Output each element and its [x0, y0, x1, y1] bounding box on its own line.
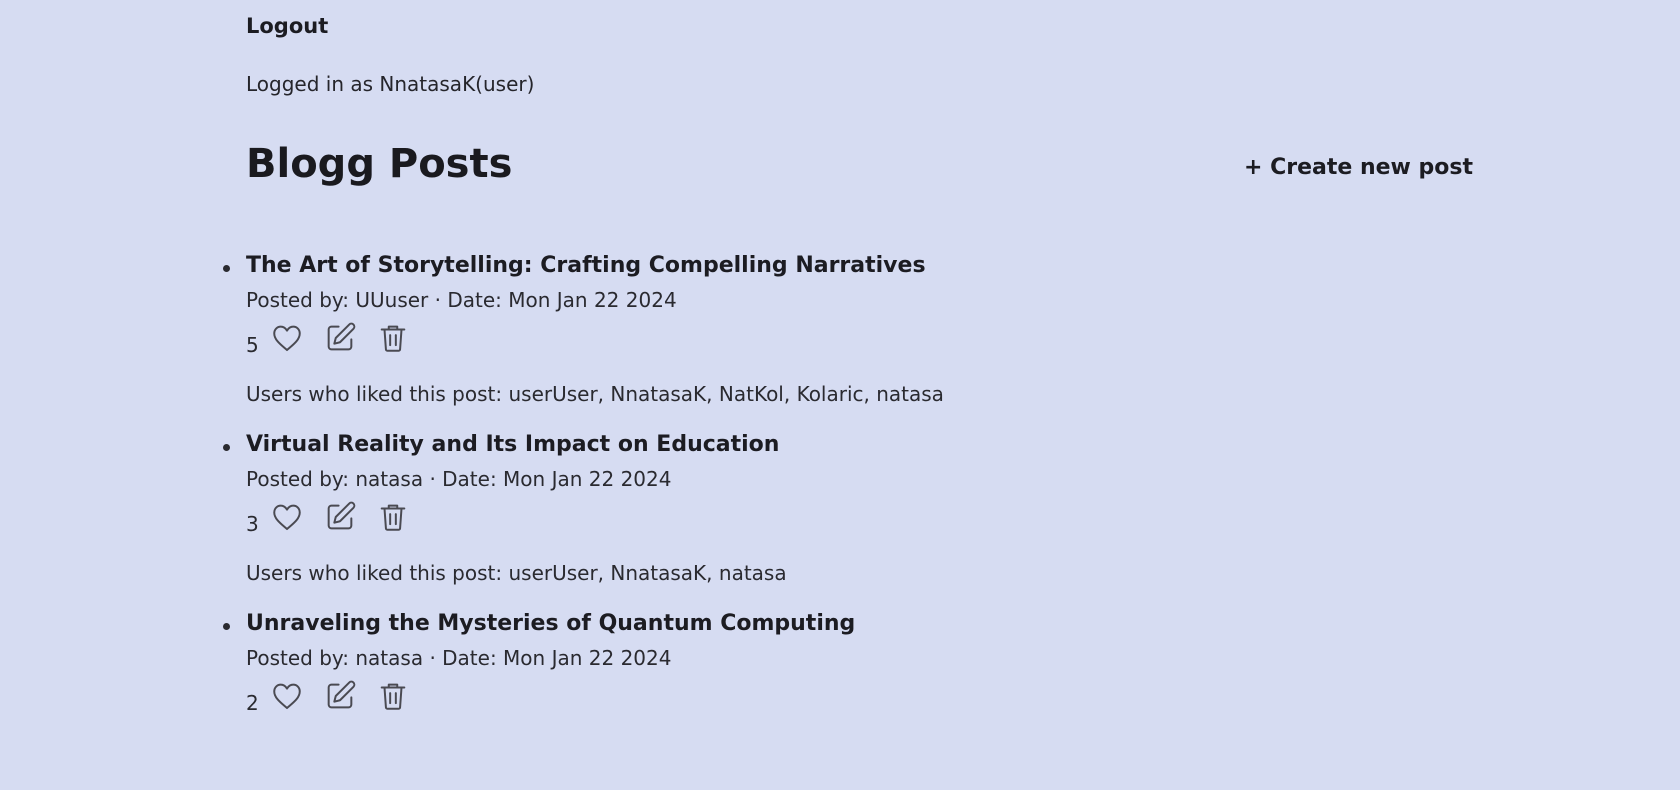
trash-icon	[380, 325, 406, 352]
like-button[interactable]	[270, 321, 304, 355]
heart-icon	[273, 325, 301, 352]
liked-by-users: Users who liked this post: userUser, Nna…	[246, 382, 944, 406]
post-meta: Posted by: natasa · Date: Mon Jan 22 202…	[246, 467, 672, 491]
edit-icon	[327, 501, 356, 530]
post-item: Virtual Reality and Its Impact on Educat…	[223, 432, 1446, 611]
post-title[interactable]: Unraveling the Mysteries of Quantum Comp…	[246, 611, 855, 636]
edit-icon	[327, 322, 356, 351]
like-button[interactable]	[270, 500, 304, 534]
trash-icon	[380, 683, 406, 710]
heart-icon	[273, 683, 301, 710]
like-count: 3	[246, 512, 259, 536]
create-post-link[interactable]: + Create new post	[1244, 155, 1473, 180]
post-title[interactable]: Virtual Reality and Its Impact on Educat…	[246, 432, 779, 457]
post-meta: Posted by: UUuser · Date: Mon Jan 22 202…	[246, 288, 677, 312]
delete-button[interactable]	[376, 321, 410, 355]
list-bullet	[223, 623, 230, 630]
post-item: The Art of Storytelling: Crafting Compel…	[223, 253, 1446, 432]
like-count: 5	[246, 333, 259, 357]
heart-icon	[273, 504, 301, 531]
post-item: Unraveling the Mysteries of Quantum Comp…	[223, 611, 1446, 790]
list-bullet	[223, 265, 230, 272]
liked-by-users: Users who liked this post: userUser, Nna…	[246, 561, 787, 585]
logged-in-status: Logged in as NnatasaK(user)	[246, 72, 535, 96]
delete-button[interactable]	[376, 679, 410, 713]
trash-icon	[380, 504, 406, 531]
delete-button[interactable]	[376, 500, 410, 534]
like-button[interactable]	[270, 679, 304, 713]
edit-icon	[327, 680, 356, 709]
like-count: 2	[246, 691, 259, 715]
post-title[interactable]: The Art of Storytelling: Crafting Compel…	[246, 253, 926, 278]
logout-link[interactable]: Logout	[246, 14, 328, 38]
edit-button[interactable]	[323, 321, 357, 355]
list-bullet	[223, 444, 230, 451]
post-meta: Posted by: natasa · Date: Mon Jan 22 202…	[246, 646, 672, 670]
post-list: The Art of Storytelling: Crafting Compel…	[223, 253, 1446, 790]
edit-button[interactable]	[323, 679, 357, 713]
page: Logout Logged in as NnatasaK(user) Blogg…	[0, 0, 1680, 728]
edit-button[interactable]	[323, 500, 357, 534]
page-title: Blogg Posts	[246, 141, 513, 187]
